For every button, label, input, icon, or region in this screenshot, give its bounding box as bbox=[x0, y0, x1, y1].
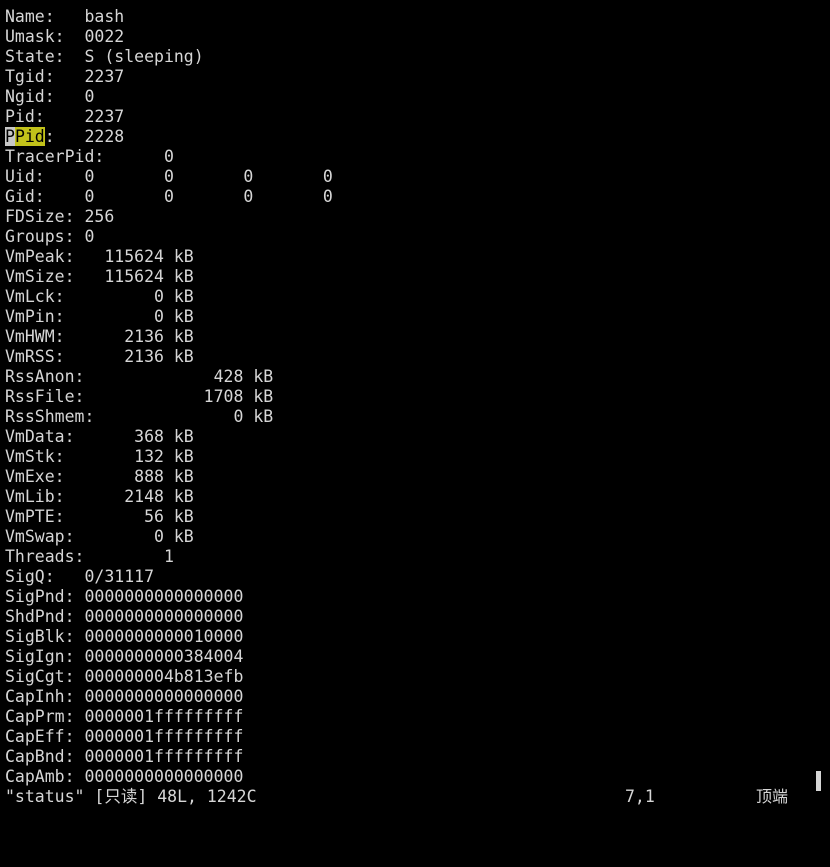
terminal-line: Umask: 0022 bbox=[5, 27, 125, 46]
terminal-line: FDSize: 256 bbox=[5, 207, 115, 226]
terminal-line: RssShmem: 0 kB bbox=[5, 407, 274, 426]
terminal-line: SigIgn: 0000000000384004 bbox=[5, 647, 244, 666]
terminal-line: VmPin: 0 kB bbox=[5, 307, 194, 326]
terminal-line: Ngid: 0 bbox=[5, 87, 95, 106]
terminal-line: CapBnd: 0000001fffffffff bbox=[5, 747, 244, 766]
terminal-line: SigCgt: 000000004b813efb bbox=[5, 667, 244, 686]
terminal-line: SigQ: 0/31117 bbox=[5, 567, 155, 586]
text-cursor: P bbox=[5, 127, 15, 146]
terminal-line: VmHWM: 2136 kB bbox=[5, 327, 194, 346]
terminal-line: SigBlk: 0000000000010000 bbox=[5, 627, 244, 646]
search-match-highlight: Pid bbox=[14, 127, 45, 146]
file-info: "status" [只读] 48L, 1242C bbox=[5, 787, 257, 806]
cursor-position: 7,1 bbox=[625, 787, 655, 806]
terminal-line: VmLck: 0 kB bbox=[5, 287, 194, 306]
terminal-line: Uid: 0 0 0 0 bbox=[5, 167, 333, 186]
terminal-line: VmLib: 2148 kB bbox=[5, 487, 194, 506]
terminal-line: CapPrm: 0000001fffffffff bbox=[5, 707, 244, 726]
terminal-line: Groups: 0 bbox=[5, 227, 95, 246]
terminal-line: PPid: 2228 bbox=[5, 127, 815, 147]
terminal-line: CapInh: 0000000000000000 bbox=[5, 687, 244, 706]
terminal-line: Threads: 1 bbox=[5, 547, 174, 566]
terminal-line: VmData: 368 kB bbox=[5, 427, 194, 446]
terminal-line: Tgid: 2237 bbox=[5, 67, 125, 86]
terminal-line: Gid: 0 0 0 0 bbox=[5, 187, 333, 206]
scrollbar-thumb[interactable] bbox=[816, 771, 821, 791]
terminal-line: TracerPid: 0 bbox=[5, 147, 174, 166]
terminal-line: VmExe: 888 kB bbox=[5, 467, 194, 486]
terminal-text-area[interactable]: Name: bash Umask: 0022 State: S (sleeping)… bbox=[5, 7, 815, 787]
terminal-line: VmStk: 132 kB bbox=[5, 447, 194, 466]
terminal-line: Pid: 2237 bbox=[5, 107, 125, 126]
terminal-line: RssAnon: 428 kB bbox=[5, 367, 274, 386]
terminal-line: RssFile: 1708 kB bbox=[5, 387, 274, 406]
terminal-line: CapAmb: 0000000000000000 bbox=[5, 767, 244, 786]
terminal-line: VmRSS: 2136 kB bbox=[5, 347, 194, 366]
terminal-line: Name: bash bbox=[5, 7, 125, 26]
terminal-line: VmPTE: 56 kB bbox=[5, 507, 194, 526]
terminal-line: VmSize: 115624 kB bbox=[5, 267, 194, 286]
vim-status-line: "status" [只读] 48L, 1242C 7,1 顶端 bbox=[5, 787, 825, 807]
terminal-line: SigPnd: 0000000000000000 bbox=[5, 587, 244, 606]
scroll-position: 顶端 bbox=[756, 787, 789, 806]
terminal-line: ShdPnd: 0000000000000000 bbox=[5, 607, 244, 626]
terminal-line: VmSwap: 0 kB bbox=[5, 527, 194, 546]
line-text: : 2228 bbox=[44, 127, 125, 146]
terminal-line: VmPeak: 115624 kB bbox=[5, 247, 194, 266]
terminal-line: State: S (sleeping) bbox=[5, 47, 204, 66]
terminal-line: CapEff: 0000001fffffffff bbox=[5, 727, 244, 746]
